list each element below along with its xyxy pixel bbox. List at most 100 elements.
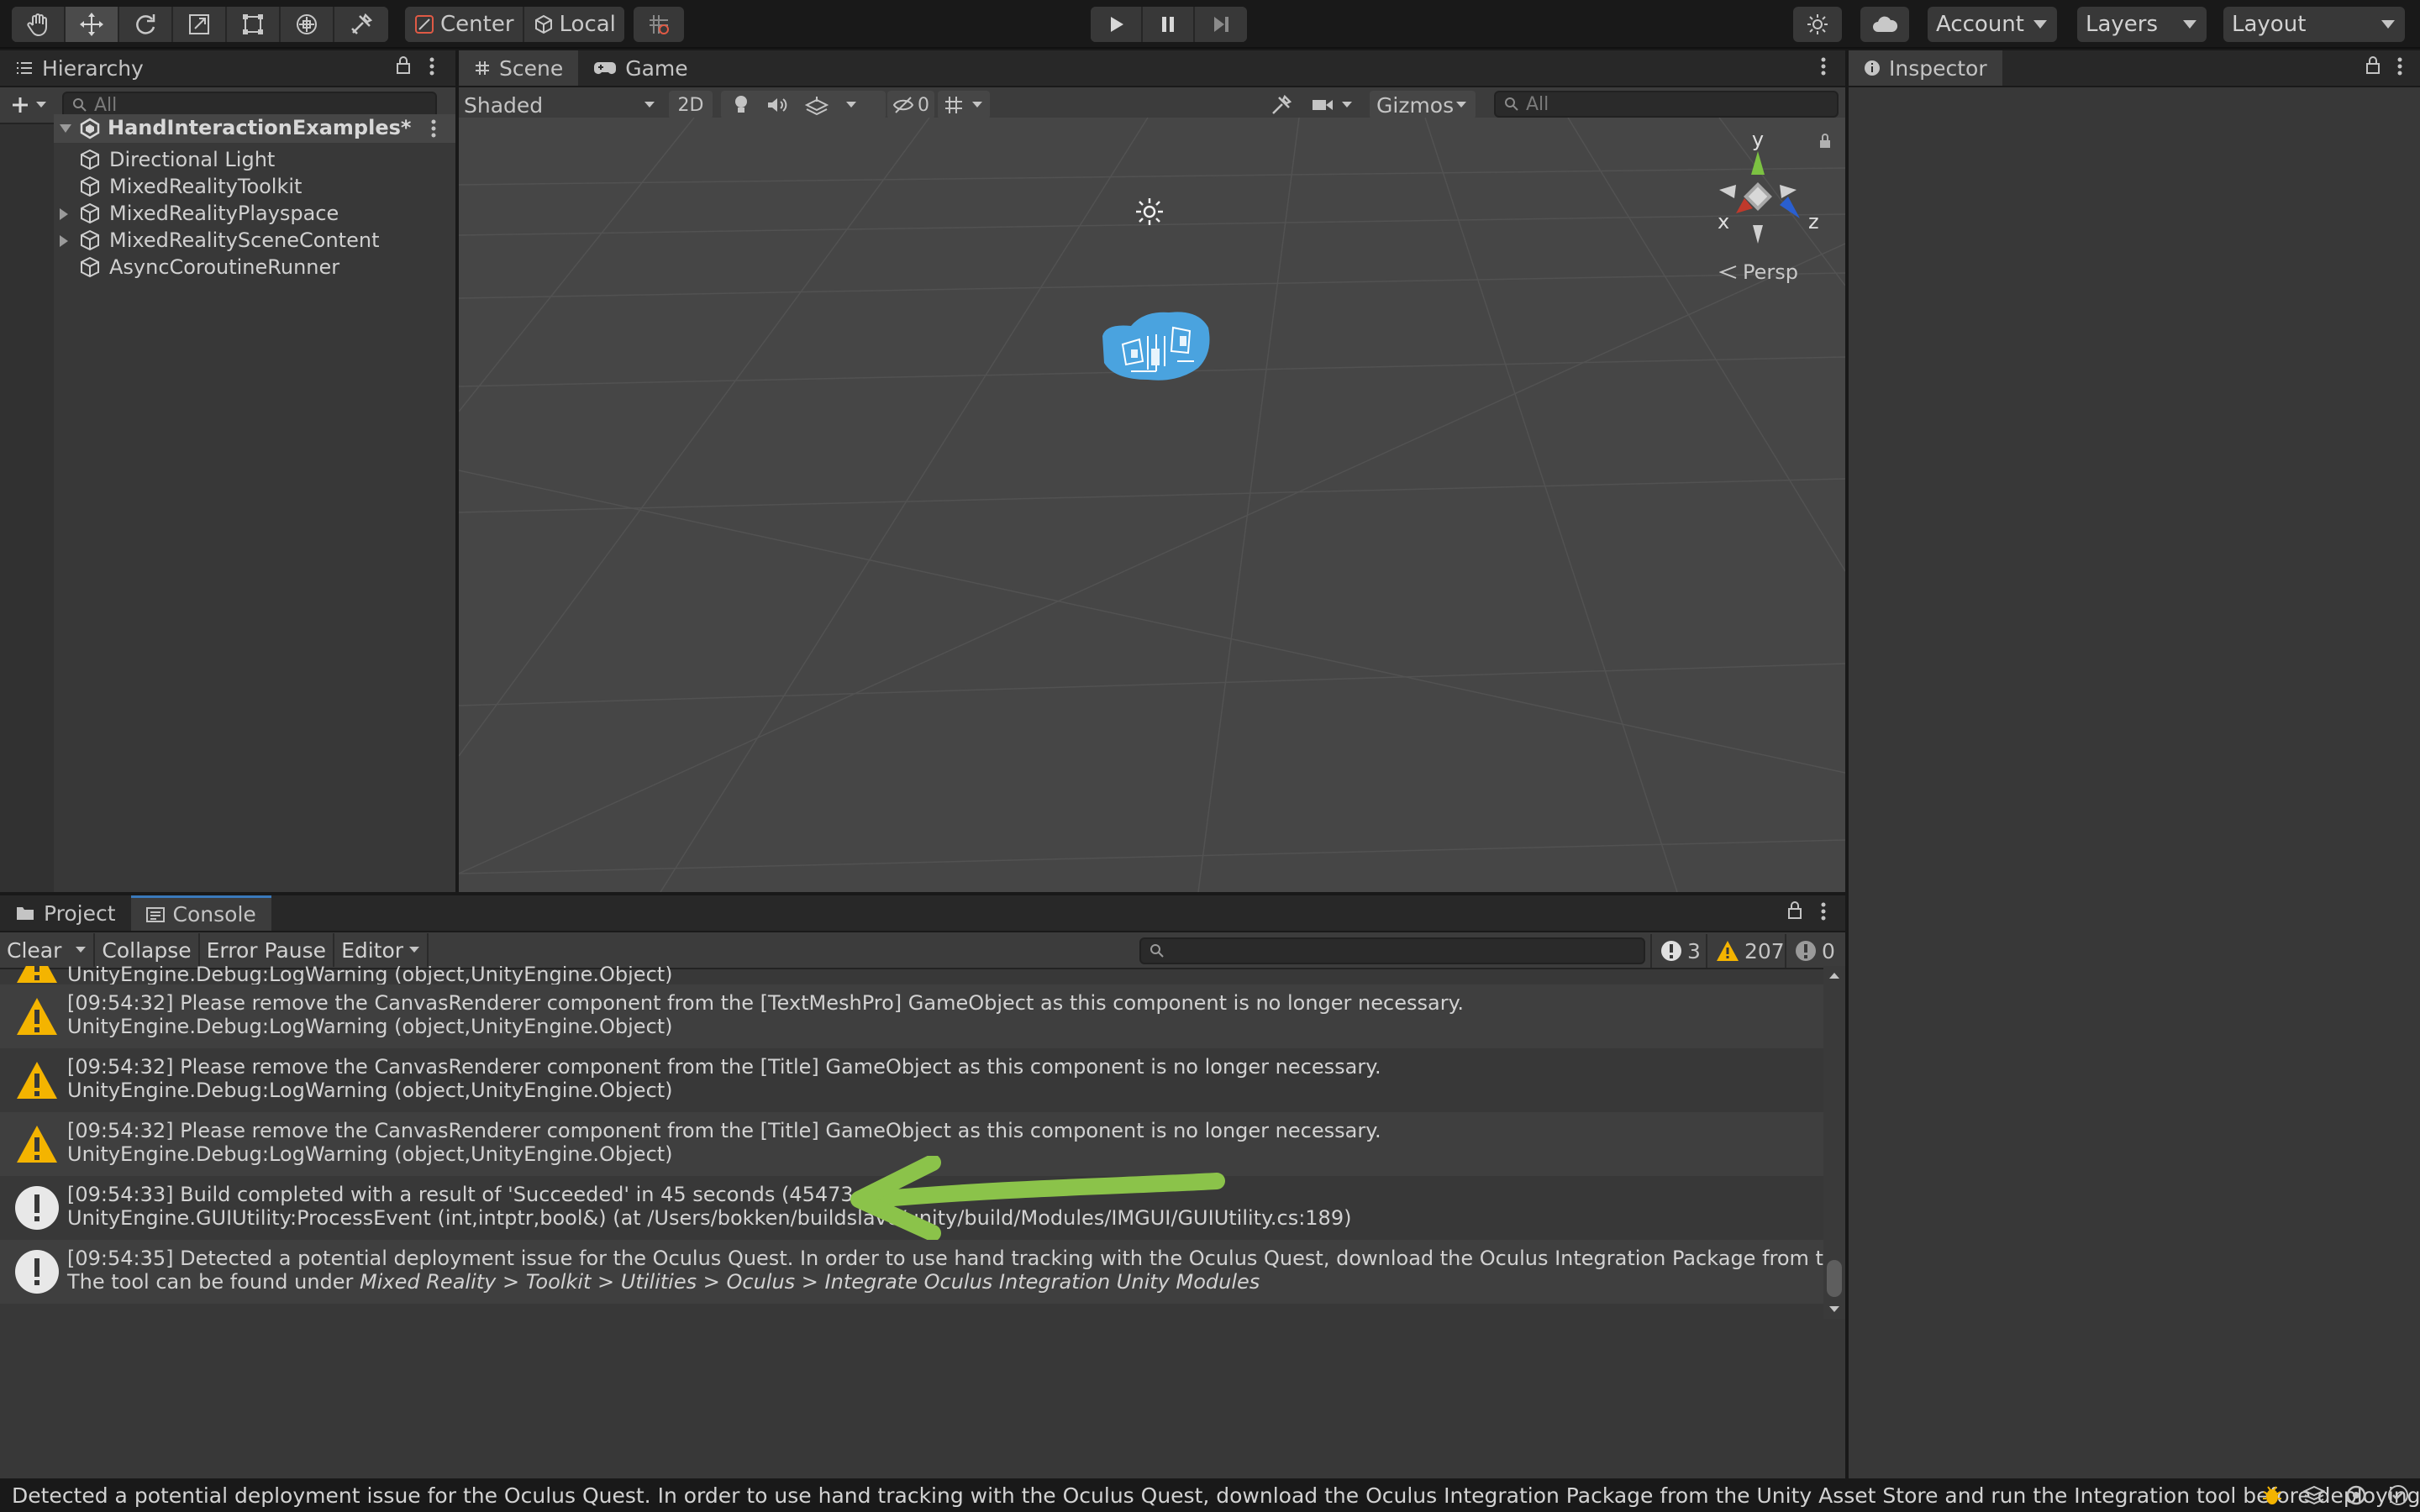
scene-tab-bar: Scene Game [459,50,1845,87]
grid-toggle[interactable] [938,91,990,119]
log-menu-path: Mixed Reality > Toolkit > Utilities > Oc… [360,1270,1260,1294]
audio-icon[interactable] [766,96,788,114]
console-detail-area [0,1320,1845,1478]
log-entry[interactable]: [09:54:32] Please remove the CanvasRende… [0,984,1823,1048]
info-message-icon [1661,941,1681,961]
settings-gear-icon[interactable] [2344,1483,2368,1507]
tab-inspector[interactable]: Inspector [1849,50,2002,86]
kebab-menu-icon[interactable] [2395,55,2405,77]
status-message[interactable]: Detected a potential deployment issue fo… [12,1483,2420,1508]
log-entry[interactable]: [09:54:35] Detected a potential deployme… [0,1240,1845,1304]
chevron-down-icon[interactable] [845,101,857,109]
directional-light-gizmo-icon[interactable] [1131,193,1168,230]
layers-dropdown[interactable]: Layers [2077,7,2207,42]
scene-visibility-toggle[interactable]: 0 [887,91,934,119]
editor-dropdown[interactable]: Editor [334,933,429,967]
info-filter-toggle[interactable]: 3 [1650,934,1709,968]
rect-tool-button[interactable] [227,7,281,42]
lock-icon[interactable] [2365,55,2381,76]
annotation-arrow [850,1156,1225,1240]
gizmos-dropdown[interactable]: Gizmos [1370,91,1476,119]
play-button[interactable] [1091,7,1143,42]
chevron-down-icon[interactable] [59,123,72,134]
hierarchy-item[interactable]: AsyncCoroutineRunner [79,254,449,281]
rotate-tool-button[interactable] [119,7,173,42]
error-pause-button[interactable]: Error Pause [199,933,335,967]
orientation-gizmo[interactable]: y x z [1686,126,1828,252]
tab-hierarchy[interactable]: Hierarchy [0,50,159,86]
hierarchy-item-label: Directional Light [109,148,276,171]
scene-root-row[interactable]: HandInteractionExamples* [54,114,455,143]
hierarchy-item[interactable]: Directional Light [79,146,449,173]
tools-icon[interactable] [1269,94,1292,118]
error-filter-toggle[interactable]: 0 [1785,934,1844,968]
pivot-rotation-toggle[interactable]: Local [523,7,624,42]
services-button[interactable] [1793,7,1842,42]
2d-toggle-button[interactable]: 2D [669,91,713,119]
lock-icon[interactable] [395,55,412,76]
scale-icon [189,14,209,34]
pause-button[interactable] [1143,7,1195,42]
scene-viewport[interactable]: y x z Persp [459,118,1845,892]
scene-content-object[interactable] [1097,302,1215,386]
lock-icon[interactable] [1818,133,1832,150]
console-scrollbar[interactable] [1823,966,1845,1319]
clear-button[interactable]: Clear [0,933,96,967]
lightbulb-icon[interactable] [733,94,750,116]
scene-search-input[interactable]: All [1494,91,1839,118]
tab-scene[interactable]: Scene [459,50,579,86]
kebab-menu-icon[interactable] [427,55,437,77]
scrollbar-thumb[interactable] [1827,1260,1842,1297]
inspector-tab-label: Inspector [1889,55,1987,81]
effects-icon[interactable] [805,95,829,115]
check-circle-icon[interactable] [2386,1483,2410,1507]
cloud-button[interactable] [1860,7,1909,42]
chevron-down-icon [1342,102,1352,108]
log-stacktrace: The tool can be found under Mixed Realit… [67,1270,1260,1294]
layers-stack-icon[interactable] [2302,1483,2326,1507]
step-button[interactable] [1195,7,1247,42]
create-dropdown[interactable] [10,95,47,115]
collapse-label: Collapse [102,937,192,963]
hierarchy-item[interactable]: MixedRealityPlayspace [60,200,449,227]
scene-panel: Scene Game Shaded 2D 0 Gizmos All y x z … [459,50,1845,892]
kebab-menu-icon[interactable] [1818,55,1828,77]
layout-dropdown[interactable]: Layout [2223,7,2405,42]
chevron-up-icon[interactable] [1828,971,1840,979]
hand-tool-button[interactable] [12,7,66,42]
lock-icon[interactable] [1786,900,1803,921]
hierarchy-item[interactable]: MixedRealitySceneContent [60,227,449,254]
scale-tool-button[interactable] [173,7,227,42]
hierarchy-item[interactable]: MixedRealityToolkit [79,173,449,200]
chevron-right-icon[interactable] [59,234,69,248]
gameobject-cube-icon [81,229,99,251]
log-entry[interactable]: [09:54:32] Please remove the CanvasRende… [0,1048,1823,1112]
tab-project[interactable]: Project [0,895,131,931]
shading-mode-dropdown[interactable]: Shaded [464,91,662,119]
chevron-down-icon [36,102,46,108]
chevron-right-icon[interactable] [59,207,69,221]
console-search-input[interactable] [1139,937,1645,964]
kebab-menu-icon[interactable] [1818,900,1828,922]
grid-snap-button[interactable] [634,7,684,42]
kebab-menu-icon[interactable] [429,118,439,139]
account-dropdown[interactable]: Account [1928,7,2057,42]
projection-toggle[interactable]: Persp [1719,260,1798,284]
warning-icon [17,1126,57,1163]
tab-console[interactable]: Console [130,895,271,931]
move-tool-button[interactable] [66,7,119,42]
console-tab-bar: Project Console [0,895,1845,932]
tab-game[interactable]: Game [578,50,702,86]
custom-tool-button[interactable] [334,7,388,42]
hierarchy-item-label: MixedRealityPlayspace [109,202,339,225]
transform-tool-button[interactable] [281,7,334,42]
camera-dropdown[interactable] [1311,91,1366,119]
collapse-button[interactable]: Collapse [95,933,200,967]
pivot-mode-toggle[interactable]: Center [405,7,524,42]
chevron-down-icon[interactable] [1828,1305,1840,1314]
sun-settings-icon [1807,14,1828,34]
debug-bug-icon[interactable] [2260,1483,2284,1507]
chevron-down-icon[interactable] [75,946,87,954]
warning-filter-toggle[interactable]: 207 [1706,934,1793,968]
gameobject-cube-icon [81,202,99,224]
